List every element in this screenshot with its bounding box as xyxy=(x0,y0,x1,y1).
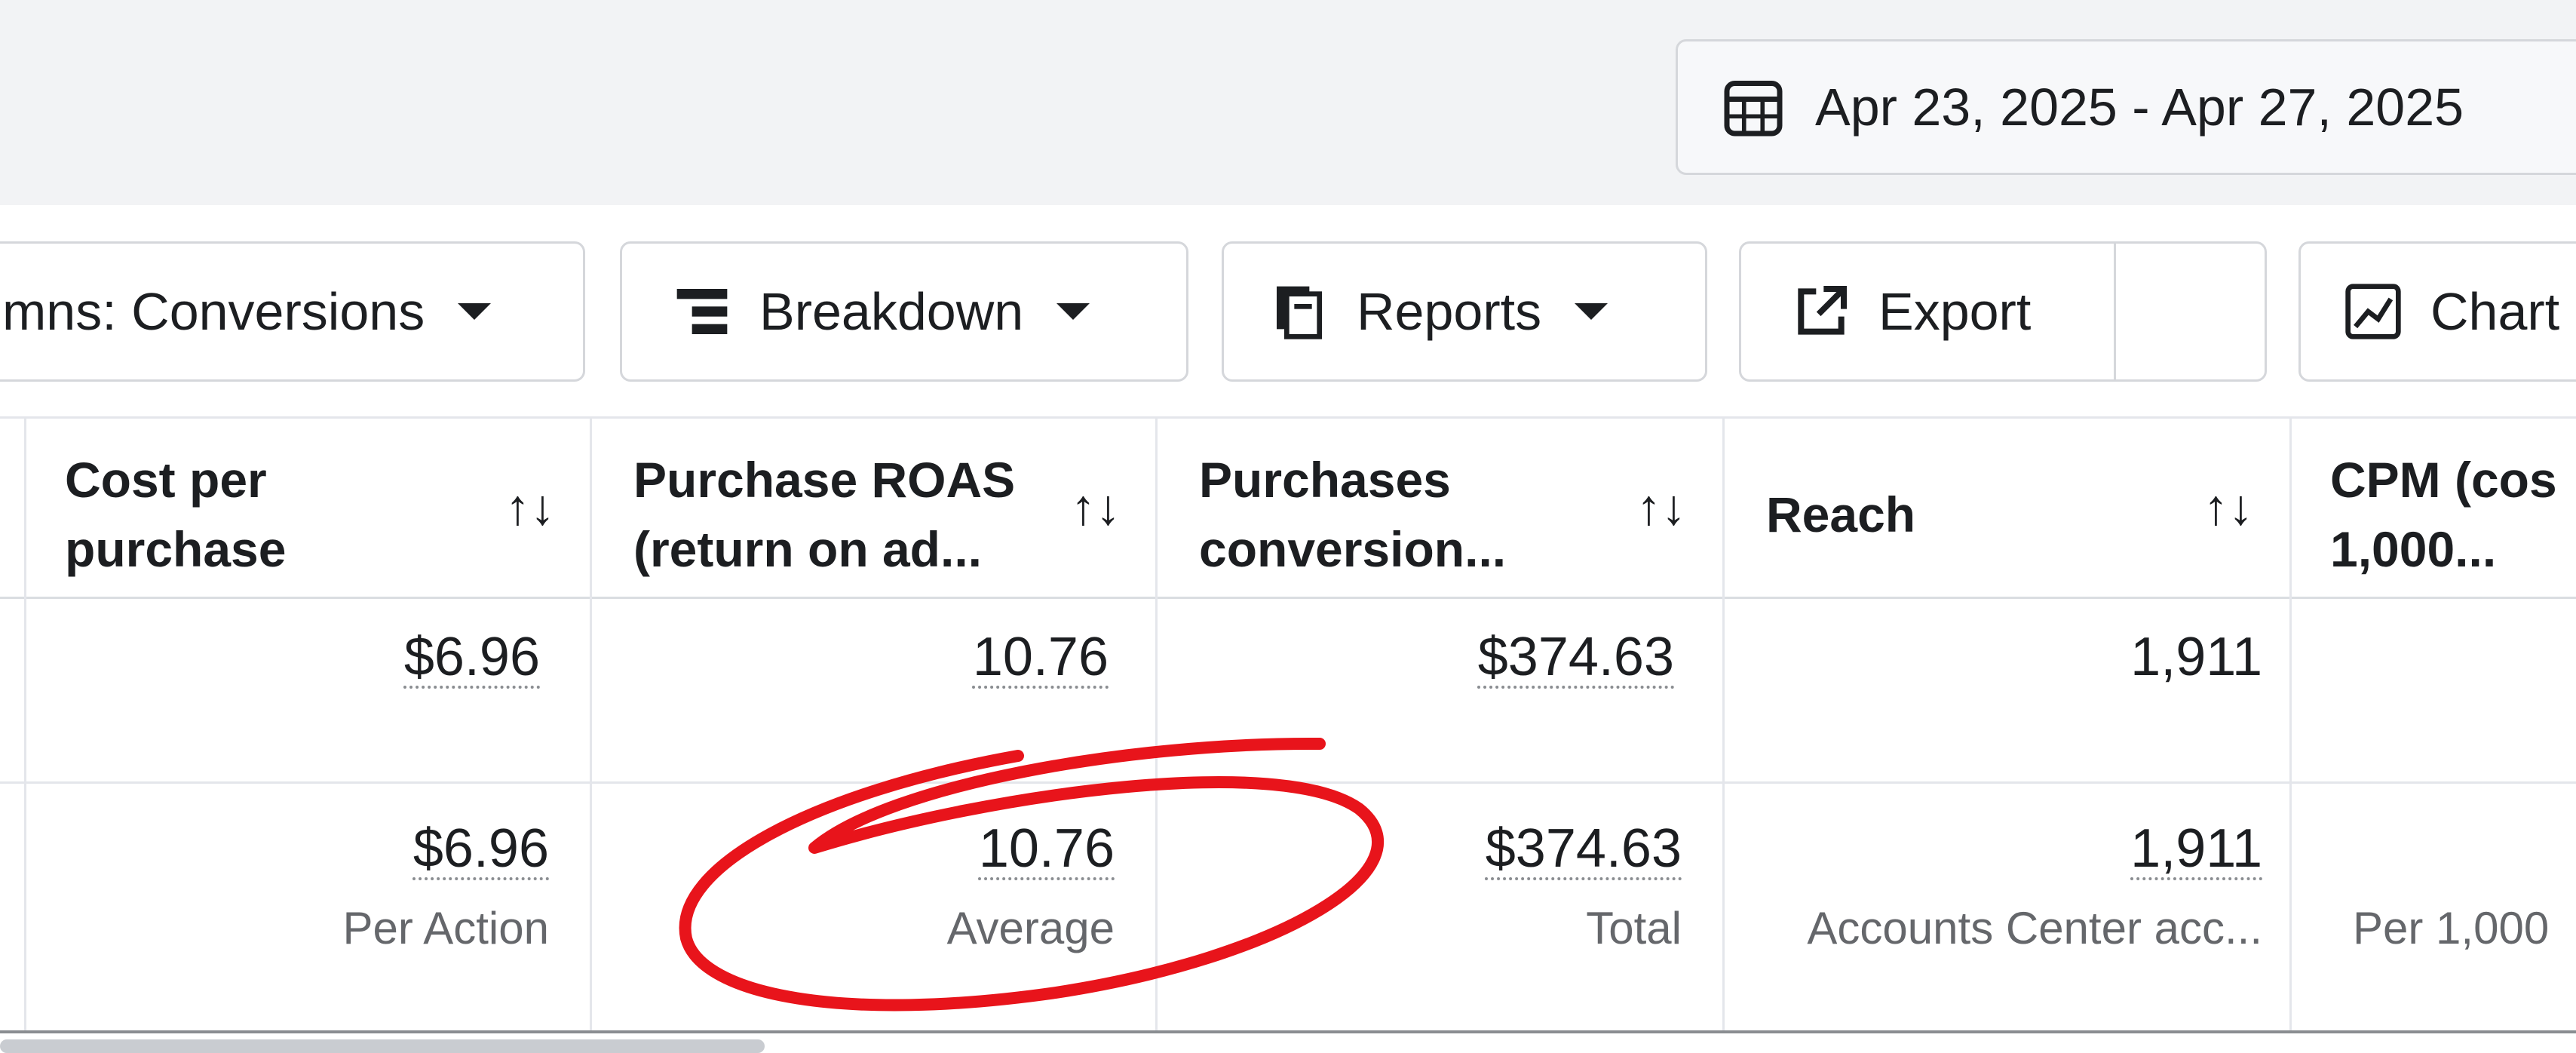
header-line: purchase xyxy=(65,521,287,577)
summary-label-accounts-center: Accounts Center acc... xyxy=(1807,903,2262,953)
cell-cost-per-purchase[interactable]: $6.96 xyxy=(404,626,540,688)
header-line: conversion... xyxy=(1199,521,1507,577)
column-header-purchases-conversion[interactable]: Purchases conversion... xyxy=(1199,445,1506,584)
summary-label-average: Average xyxy=(946,903,1115,953)
column-header-cost-per-purchase[interactable]: Cost per purchase xyxy=(65,445,286,584)
header-line: Purchase ROAS xyxy=(633,452,1016,508)
chevron-down-icon xyxy=(458,303,492,320)
summary-label-per-1000: Per 1,000 xyxy=(2353,903,2550,953)
chevron-down-icon xyxy=(1575,303,1608,320)
header-line: Cost per xyxy=(65,452,267,508)
columns-button[interactable]: mns: Conversions xyxy=(0,241,585,382)
sort-icon[interactable]: ↑↓ xyxy=(505,478,555,536)
header-line: (return on ad... xyxy=(633,521,982,577)
summary-purchase-roas[interactable]: 10.76 xyxy=(979,818,1115,880)
export-icon xyxy=(1798,286,1847,335)
summary-label-per-action: Per Action xyxy=(342,903,550,953)
reports-label: Reports xyxy=(1357,282,1542,341)
column-divider xyxy=(1155,416,1158,1030)
cell-purchases-conversion-value[interactable]: $374.63 xyxy=(1478,626,1674,688)
sort-icon[interactable]: ↑↓ xyxy=(1071,478,1121,536)
export-label: Export xyxy=(1878,282,2032,341)
column-header-purchase-roas[interactable]: Purchase ROAS (return on ad... xyxy=(633,445,1015,584)
export-dropdown-button[interactable] xyxy=(2116,244,2265,379)
breakdown-label: Breakdown xyxy=(759,282,1024,341)
summary-label-total: Total xyxy=(1586,903,1682,953)
sort-icon[interactable]: ↑↓ xyxy=(1636,478,1686,536)
header-line: Purchases xyxy=(1199,452,1451,508)
header-line: Reach xyxy=(1766,487,1916,542)
cell-purchase-roas[interactable]: 10.76 xyxy=(973,626,1109,688)
reports-button[interactable]: Reports xyxy=(1222,241,1707,382)
header-line: CPM (cos xyxy=(2330,452,2557,508)
date-range-label: Apr 23, 2025 - Apr 27, 2025 xyxy=(1815,78,2464,137)
column-divider xyxy=(24,416,26,1030)
reports-icon xyxy=(1277,286,1322,339)
columns-label: mns: Conversions xyxy=(2,282,425,341)
breakdown-icon xyxy=(676,289,728,334)
breakdown-button[interactable]: Breakdown xyxy=(620,241,1188,382)
column-header-reach[interactable]: Reach xyxy=(1766,480,1915,549)
summary-purchases-conversion-value[interactable]: $374.63 xyxy=(1486,818,1682,880)
summary-reach[interactable]: 1,911 xyxy=(2130,818,2262,880)
cell-reach: 1,911 xyxy=(2130,627,2262,687)
charts-label: Chart xyxy=(2430,282,2560,341)
sort-icon[interactable]: ↑↓ xyxy=(2203,478,2253,536)
summary-cost-per-purchase[interactable]: $6.96 xyxy=(413,818,549,880)
header-line: 1,000... xyxy=(2330,521,2497,577)
column-divider xyxy=(2289,416,2292,1030)
date-range-picker[interactable]: Apr 23, 2025 - Apr 27, 2025 xyxy=(1676,39,2576,175)
column-header-cpm[interactable]: CPM (cos 1,000... xyxy=(2330,445,2557,584)
column-divider xyxy=(590,416,592,1030)
charts-button[interactable]: Chart xyxy=(2298,241,2576,382)
chevron-down-icon xyxy=(1056,303,1090,320)
calendar-icon xyxy=(1724,81,1783,137)
column-divider xyxy=(1722,416,1725,1030)
horizontal-scrollbar-thumb[interactable] xyxy=(0,1039,765,1053)
row-separator xyxy=(0,781,2576,784)
chart-icon xyxy=(2345,284,2401,339)
